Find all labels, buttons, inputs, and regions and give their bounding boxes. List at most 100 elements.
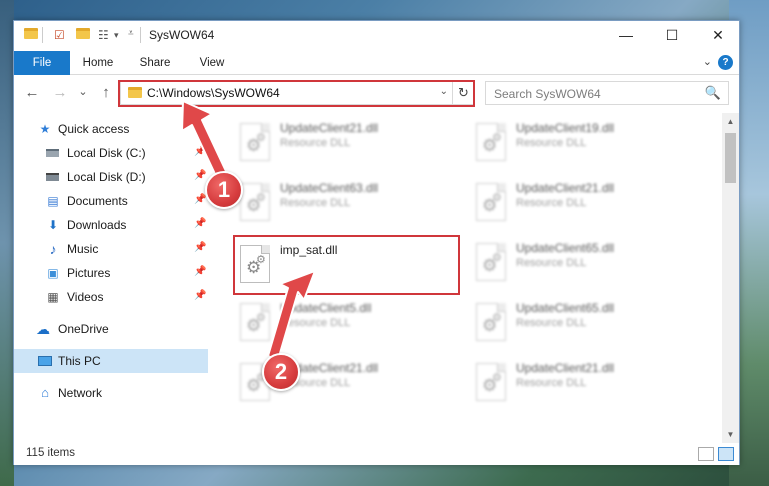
dll-file-icon: ⚙ ⚙ xyxy=(240,303,270,341)
sidebar-item-local-disk-c[interactable]: Local Disk (C:) 📌 xyxy=(14,141,208,165)
maximize-button[interactable]: ☐ xyxy=(649,21,695,51)
sidebar-item-local-disk-d[interactable]: Local Disk (D:) 📌 xyxy=(14,165,208,189)
dll-file-icon: ⚙ ⚙ xyxy=(240,183,270,221)
tab-view[interactable]: View xyxy=(190,51,234,75)
file-type: Resource DLL xyxy=(516,317,587,329)
file-name: UpdateClient63.dll xyxy=(280,181,379,195)
tab-home[interactable]: Home xyxy=(76,51,120,75)
sidebar-item-label: Pictures xyxy=(67,266,111,280)
navigation-pane: ★ Quick access Local Disk (C:) 📌 Local D… xyxy=(14,113,208,443)
file-item[interactable]: ⚙ ⚙ UpdateClient19.dll Resource DLL xyxy=(470,117,696,167)
gear-icon: ⚙ xyxy=(256,132,266,144)
tab-file[interactable]: File xyxy=(14,51,70,75)
desktop-wallpaper-left xyxy=(0,0,14,486)
sidebar-item-network[interactable]: ⌂ Network xyxy=(14,381,208,405)
gear-icon: ⚙ xyxy=(256,192,266,204)
file-name: UpdateClient21.dll xyxy=(280,121,379,135)
file-type: Resource DLL xyxy=(280,137,351,149)
details-view-button[interactable] xyxy=(698,447,714,461)
file-item[interactable]: ⚙ ⚙ UpdateClient21.dll Resource DLL xyxy=(470,357,696,407)
up-button[interactable]: ↑ xyxy=(96,84,116,101)
help-icon[interactable]: ? xyxy=(718,55,733,70)
dll-file-icon: ⚙ ⚙ xyxy=(476,243,506,281)
window-title: SysWOW64 xyxy=(149,28,215,42)
file-type: Resource DLL xyxy=(516,257,587,269)
file-item[interactable]: ⚙ ⚙ UpdateClient21.dll Resource DLL xyxy=(234,117,460,167)
dll-file-icon: ⚙ ⚙ xyxy=(476,183,506,221)
file-explorer-window: ☑ ☷ ▾ ⩡ SysWOW64 — ☐ ✕ File Home Share V… xyxy=(13,20,740,465)
sidebar-item-label: Local Disk (C:) xyxy=(67,146,146,160)
ribbon-tabs: File Home Share View ⌄ ? xyxy=(14,51,739,75)
title-divider xyxy=(140,27,141,43)
forward-button[interactable]: → xyxy=(50,84,70,101)
minimize-button[interactable]: — xyxy=(603,21,649,51)
file-name: UpdateClient21.dll xyxy=(516,181,615,195)
sidebar-item-label: OneDrive xyxy=(58,322,109,336)
back-button[interactable]: ← xyxy=(22,84,42,101)
search-icon[interactable]: 🔍 xyxy=(705,85,721,101)
file-name: UpdateClient65.dll xyxy=(516,241,615,255)
file-name: UpdateClient19.dll xyxy=(516,121,615,135)
toolbar-dropdown-icon[interactable]: ▾ xyxy=(114,30,128,44)
close-button[interactable]: ✕ xyxy=(695,21,741,51)
pin-icon: 📌 xyxy=(194,218,207,229)
sidebar-item-documents[interactable]: ▤ Documents 📌 xyxy=(14,189,208,213)
properties-icon[interactable]: ☑ xyxy=(54,28,68,42)
dll-file-icon: ⚙ ⚙ xyxy=(476,303,506,341)
sidebar-item-label: Music xyxy=(67,242,99,256)
vertical-scrollbar[interactable]: ▲ ▼ xyxy=(722,113,739,443)
customize-toolbar-icon[interactable]: ☷ xyxy=(98,28,112,42)
file-name: UpdateClient21.dll xyxy=(516,361,615,375)
tab-share[interactable]: Share xyxy=(132,51,178,75)
sidebar-item-label: Documents xyxy=(67,194,128,208)
gear-icon: ⚙ xyxy=(492,312,502,324)
sidebar-item-videos[interactable]: ▦ Videos 📌 xyxy=(14,285,208,309)
sidebar-item-label: Videos xyxy=(67,290,104,304)
step-badge-1: 1 xyxy=(205,171,243,209)
gear-icon: ⚙ xyxy=(256,312,266,324)
recent-locations-button[interactable]: ⌄ xyxy=(73,85,93,98)
downloads-icon: ⬇ xyxy=(47,218,59,232)
sidebar-item-downloads[interactable]: ⬇ Downloads 📌 xyxy=(14,213,208,237)
pin-icon: 📌 xyxy=(194,146,207,157)
search-input[interactable]: Search SysWOW64 xyxy=(494,87,601,101)
dll-file-icon: ⚙ ⚙ xyxy=(240,123,270,161)
videos-icon: ▦ xyxy=(47,290,59,304)
documents-icon: ▤ xyxy=(47,194,59,208)
sidebar-item-this-pc[interactable]: This PC xyxy=(14,349,208,373)
step-badge-2: 2 xyxy=(262,353,300,391)
gear-icon: ⚙ xyxy=(492,132,502,144)
file-item[interactable]: ⚙ ⚙ UpdateClient21.dll Resource DLL xyxy=(470,177,696,227)
large-icons-view-button[interactable] xyxy=(718,447,734,461)
file-item[interactable]: ⚙ ⚙ UpdateClient63.dll Resource DLL xyxy=(234,177,460,227)
pictures-icon: ▣ xyxy=(47,266,59,280)
file-highlight-box xyxy=(233,235,460,295)
title-bar: ☑ ☷ ▾ ⩡ SysWOW64 — ☐ ✕ xyxy=(14,21,739,51)
search-box[interactable]: Search SysWOW64 🔍 xyxy=(485,81,729,105)
sidebar-item-pictures[interactable]: ▣ Pictures 📌 xyxy=(14,261,208,285)
drive-c-icon xyxy=(46,146,60,160)
sidebar-item-music[interactable]: ♪ Music 📌 xyxy=(14,237,208,261)
file-type: Resource DLL xyxy=(516,137,587,149)
onedrive-icon: ☁ xyxy=(36,321,50,337)
scroll-thumb[interactable] xyxy=(725,133,736,183)
sidebar-item-quick-access[interactable]: ★ Quick access xyxy=(14,117,208,141)
file-type: Resource DLL xyxy=(280,197,351,209)
network-icon: ⌂ xyxy=(41,385,49,400)
sidebar-item-onedrive[interactable]: ☁ OneDrive xyxy=(14,317,208,341)
title-divider xyxy=(42,27,43,43)
sidebar-item-label: Quick access xyxy=(58,122,130,136)
item-count: 115 items xyxy=(26,447,76,459)
status-bar: 115 items xyxy=(14,443,739,465)
file-item[interactable]: ⚙ ⚙ UpdateClient5.dll Resource DLL xyxy=(234,297,460,347)
new-folder-icon[interactable] xyxy=(76,28,90,42)
scroll-up-icon[interactable]: ▲ xyxy=(722,113,739,130)
file-name: UpdateClient65.dll xyxy=(516,301,615,315)
scroll-down-icon[interactable]: ▼ xyxy=(722,426,739,443)
sidebar-item-label: Local Disk (D:) xyxy=(67,170,146,184)
file-item[interactable]: ⚙ ⚙ UpdateClient65.dll Resource DLL xyxy=(470,297,696,347)
drive-d-icon xyxy=(46,170,60,184)
pin-icon: 📌 xyxy=(194,194,207,205)
file-item[interactable]: ⚙ ⚙ UpdateClient65.dll Resource DLL xyxy=(470,237,696,287)
ribbon-expand-icon[interactable]: ⌄ xyxy=(703,55,712,68)
